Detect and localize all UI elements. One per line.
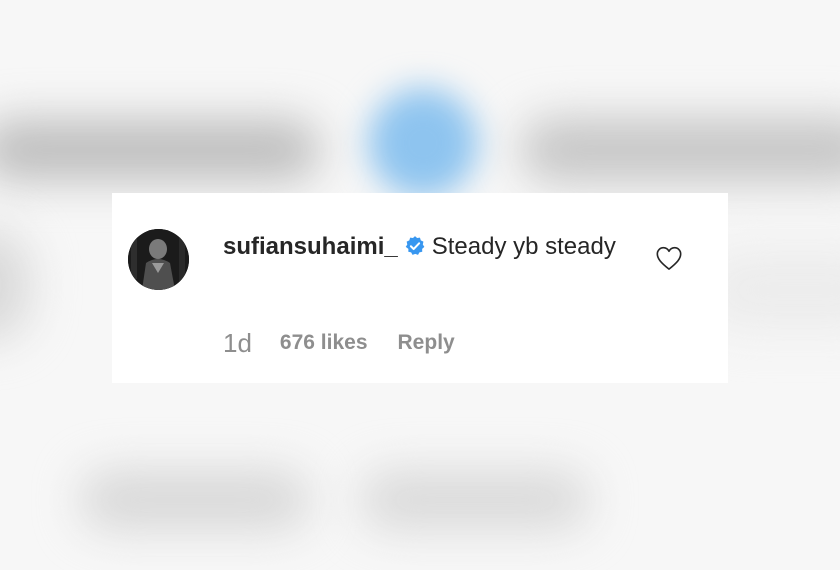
comment-timestamp: 1d xyxy=(223,327,252,358)
blurred-background xyxy=(368,88,478,198)
comment-card: sufiansuhaimi_ Steady yb steady 1d 676 l… xyxy=(112,193,728,383)
avatar[interactable] xyxy=(128,229,189,290)
verified-badge-icon xyxy=(404,232,426,267)
avatar-image xyxy=(128,229,189,290)
like-heart-icon[interactable] xyxy=(655,245,683,271)
blurred-background xyxy=(520,118,840,182)
comment-likes-count[interactable]: 676 likes xyxy=(280,331,368,355)
blurred-background xyxy=(0,230,30,340)
comment-meta: 1d 676 likes Reply xyxy=(223,323,455,363)
blurred-background xyxy=(80,470,310,530)
reply-button[interactable]: Reply xyxy=(398,331,455,355)
screen: sufiansuhaimi_ Steady yb steady 1d 676 l… xyxy=(0,0,840,570)
comment-username[interactable]: sufiansuhaimi_ xyxy=(223,233,398,260)
blurred-background xyxy=(0,120,320,180)
comment-text: Steady yb steady xyxy=(431,233,616,260)
comment-body: sufiansuhaimi_ Steady yb steady xyxy=(223,229,623,267)
blurred-background xyxy=(360,470,590,530)
